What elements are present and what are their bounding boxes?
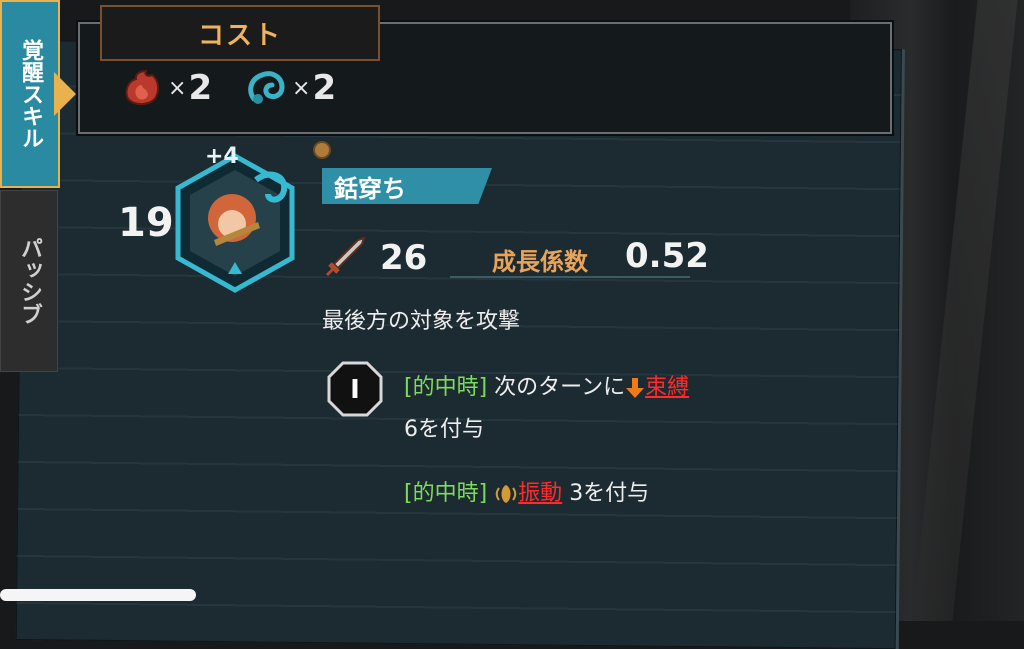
stage-badge-label: I (350, 375, 360, 405)
effect-text: 6を付与 (404, 417, 484, 442)
tab-awaken-skill[interactable]: 覚醒スキル (0, 0, 60, 188)
times-symbol: × (168, 75, 187, 101)
debuff-bind-link[interactable]: 束縛 (645, 375, 689, 400)
red-flame-icon (125, 69, 160, 105)
skill-level: 19 (118, 200, 174, 246)
cost-item-blue: × 2 (246, 68, 336, 108)
character-portrait (175, 153, 295, 293)
skill-description: 最後方の対象を攻撃 (322, 309, 521, 334)
dagger-icon (326, 236, 366, 276)
growth-label: 成長係数 (492, 248, 588, 276)
upgrade-level: +4 (205, 144, 239, 169)
down-arrow-icon (626, 378, 645, 398)
stage-badge: I (327, 361, 383, 417)
vibration-icon (495, 485, 517, 503)
effect-1-cont: 6を付与 (404, 410, 484, 450)
effect-text: 3を付与 (569, 481, 650, 506)
debuff-vibration-link[interactable]: 振動 (518, 481, 562, 506)
effect-trigger: [的中時] (404, 375, 488, 400)
divider (450, 276, 690, 278)
cost-count-red: 2 (188, 68, 213, 108)
times-symbol: × (292, 75, 311, 101)
effect-1: [的中時] 次のターンに 束縛 (404, 368, 689, 408)
tab-passive[interactable]: パッシブ (0, 190, 58, 372)
effect-trigger: [的中時] (404, 481, 488, 506)
cost-item-red: × 2 (122, 68, 212, 108)
skill-power: 26 (380, 238, 428, 278)
effect-2: [的中時] 振動 3を付与 (404, 474, 649, 514)
cost-title: コスト (100, 5, 380, 61)
tab-passive-label: パッシブ (17, 237, 42, 325)
tab-active-arrow (54, 72, 76, 116)
growth-value: 0.52 (625, 236, 709, 276)
blue-spiral-icon (248, 71, 285, 104)
skill-name: 銛穿ち (334, 174, 406, 203)
home-indicator-bar[interactable] (0, 589, 196, 601)
cost-count-blue: 2 (312, 68, 337, 108)
tab-awaken-label: 覚醒スキル (18, 39, 43, 149)
effect-text: 次のターンに (494, 375, 626, 400)
skill-name-banner: 銛穿ち (322, 168, 492, 204)
medal-icon (313, 141, 331, 159)
